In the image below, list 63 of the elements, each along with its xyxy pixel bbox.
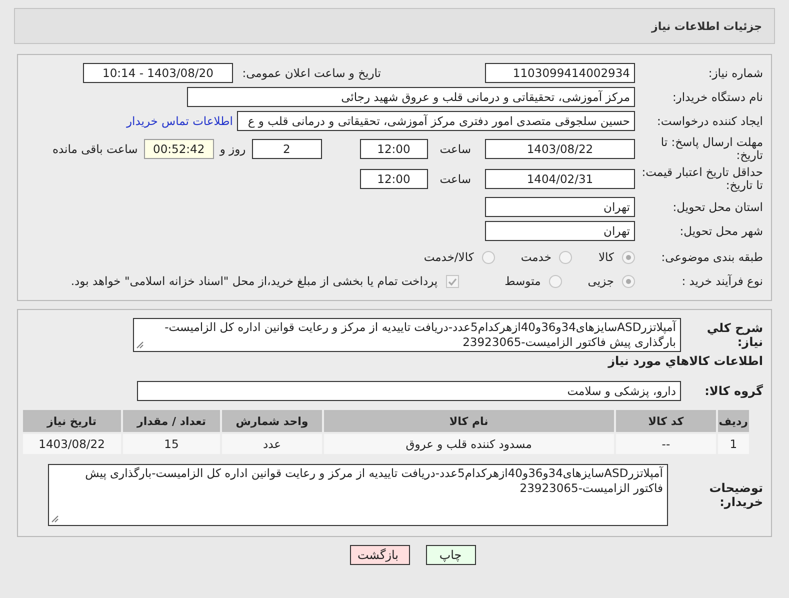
option-label: کالا [598, 250, 614, 264]
field-label: طبقه بندی موضوعی: [660, 250, 764, 264]
radio-button[interactable] [622, 274, 635, 288]
radio-button[interactable] [548, 274, 562, 288]
contact-link[interactable]: اطلاعات تماس خریدار [126, 114, 233, 128]
table-cell: 1 [716, 433, 750, 455]
column-header: تاریخ نیاز [22, 409, 122, 433]
print-button[interactable]: چاپ [426, 545, 476, 565]
column-header: تعداد / مقدار [122, 409, 222, 433]
buyer-org-field: مرکز آموزشی، تحقیقاتی و درمانی قلب و عروق شهید رجائی [187, 87, 635, 107]
radio-button[interactable] [482, 250, 495, 264]
field-label: شماره نیاز: [707, 66, 764, 80]
province-field: تهران [485, 197, 635, 217]
field-label: گروه کالا: [704, 384, 764, 398]
description-field: آمپلاتزرASDسایزهای34و36و40ازهرکدام5عدد-دریافت تاییدیه از مرکز و رعایت قوانین اداره کل الزامیست-بارگذاری پیش فاکتور الزامیست-23923065 [133, 318, 681, 352]
back-button[interactable]: بازگشت [350, 545, 410, 565]
field-label: ساعت [440, 142, 471, 156]
buyer-notes-field: آمپلاتزرASDسایزهای34و36و40ازهرکدام5عدد-دریافت تاییدیه از مرکز و رعایت قوانین اداره کل الزامیست-بارگذاری پیش فاکتور الزامیست-23923065 [48, 464, 668, 526]
table-cell: 1403/08/22 [22, 433, 122, 455]
radio-button[interactable] [559, 250, 572, 264]
column-header: واحد شمارش [221, 409, 323, 433]
resize-grip-icon[interactable] [51, 515, 59, 523]
payment-note: پرداخت تمام یا بخشی از مبلغ خرید،از محل "اسناد خزانه اسلامی" خواهد بود. [70, 274, 438, 288]
option-label: متوسط [504, 274, 541, 288]
column-header: ردیف [716, 409, 750, 433]
option-label: خدمت [520, 250, 552, 264]
option-label: کالا/خدمت [424, 250, 474, 264]
deadline-time-field: 12:00 [360, 139, 428, 159]
radio-button[interactable] [622, 250, 635, 264]
days-field: 2 [252, 139, 322, 159]
field-label: مهلت ارسال پاسخ: تا تاریخ: [660, 136, 764, 162]
field-label: استان محل تحویل: [672, 200, 764, 214]
field-label: روز و [220, 142, 246, 156]
column-header: نام کالا [322, 409, 616, 433]
field-label: شهر محل تحویل: [678, 224, 764, 238]
field-label: ایجاد کننده درخواست: [656, 114, 764, 128]
announce-date-field: 1403/08/20 - 10:14 [83, 63, 233, 83]
need-number-field: 1103099414002934 [485, 63, 635, 83]
field-label: نام دستگاه خریدار: [671, 90, 764, 104]
city-field: تهران [485, 221, 635, 241]
field-label: نوع فرآیند خرید : [680, 274, 764, 288]
field-label: ساعت [440, 172, 471, 186]
table-cell: -- [615, 433, 717, 455]
option-label: جزیی [588, 274, 614, 288]
checkbox[interactable] [446, 274, 459, 288]
table-cell: مسدود کننده قلب و عروق [322, 433, 616, 455]
section-heading: اطلاعات کالاهاي مورد نیاز [606, 354, 764, 368]
column-header: کد کالا [615, 409, 717, 433]
table-cell: 15 [122, 433, 222, 455]
field-label: شرح کلي نیاز: [706, 321, 764, 349]
remaining-time-field: 00:52:42 [144, 139, 214, 159]
field-label: تاریخ و ساعت اعلان عمومی: [241, 66, 382, 80]
validity-date-field: 1404/02/31 [485, 169, 635, 189]
deadline-date-field: 1403/08/22 [485, 139, 635, 159]
goods-group-field: دارو، پزشکی و سلامت [137, 381, 681, 401]
field-label: حداقل تاریخ اعتبار قیمت: تا تاریخ: [640, 166, 764, 192]
resize-grip-icon[interactable] [136, 341, 144, 349]
table-cell: عدد [221, 433, 323, 455]
field-label: توضیحات خریدار: [708, 481, 764, 509]
requester-field: حسین سلجوقی متصدی امور دفتری مرکز آموزشی، تحقیقاتی و درمانی قلب و ع [237, 111, 635, 131]
page-title: جزئیات اطلاعات نیاز [652, 20, 762, 32]
validity-time-field: 12:00 [360, 169, 428, 189]
field-label: ساعت باقی مانده [52, 142, 138, 156]
